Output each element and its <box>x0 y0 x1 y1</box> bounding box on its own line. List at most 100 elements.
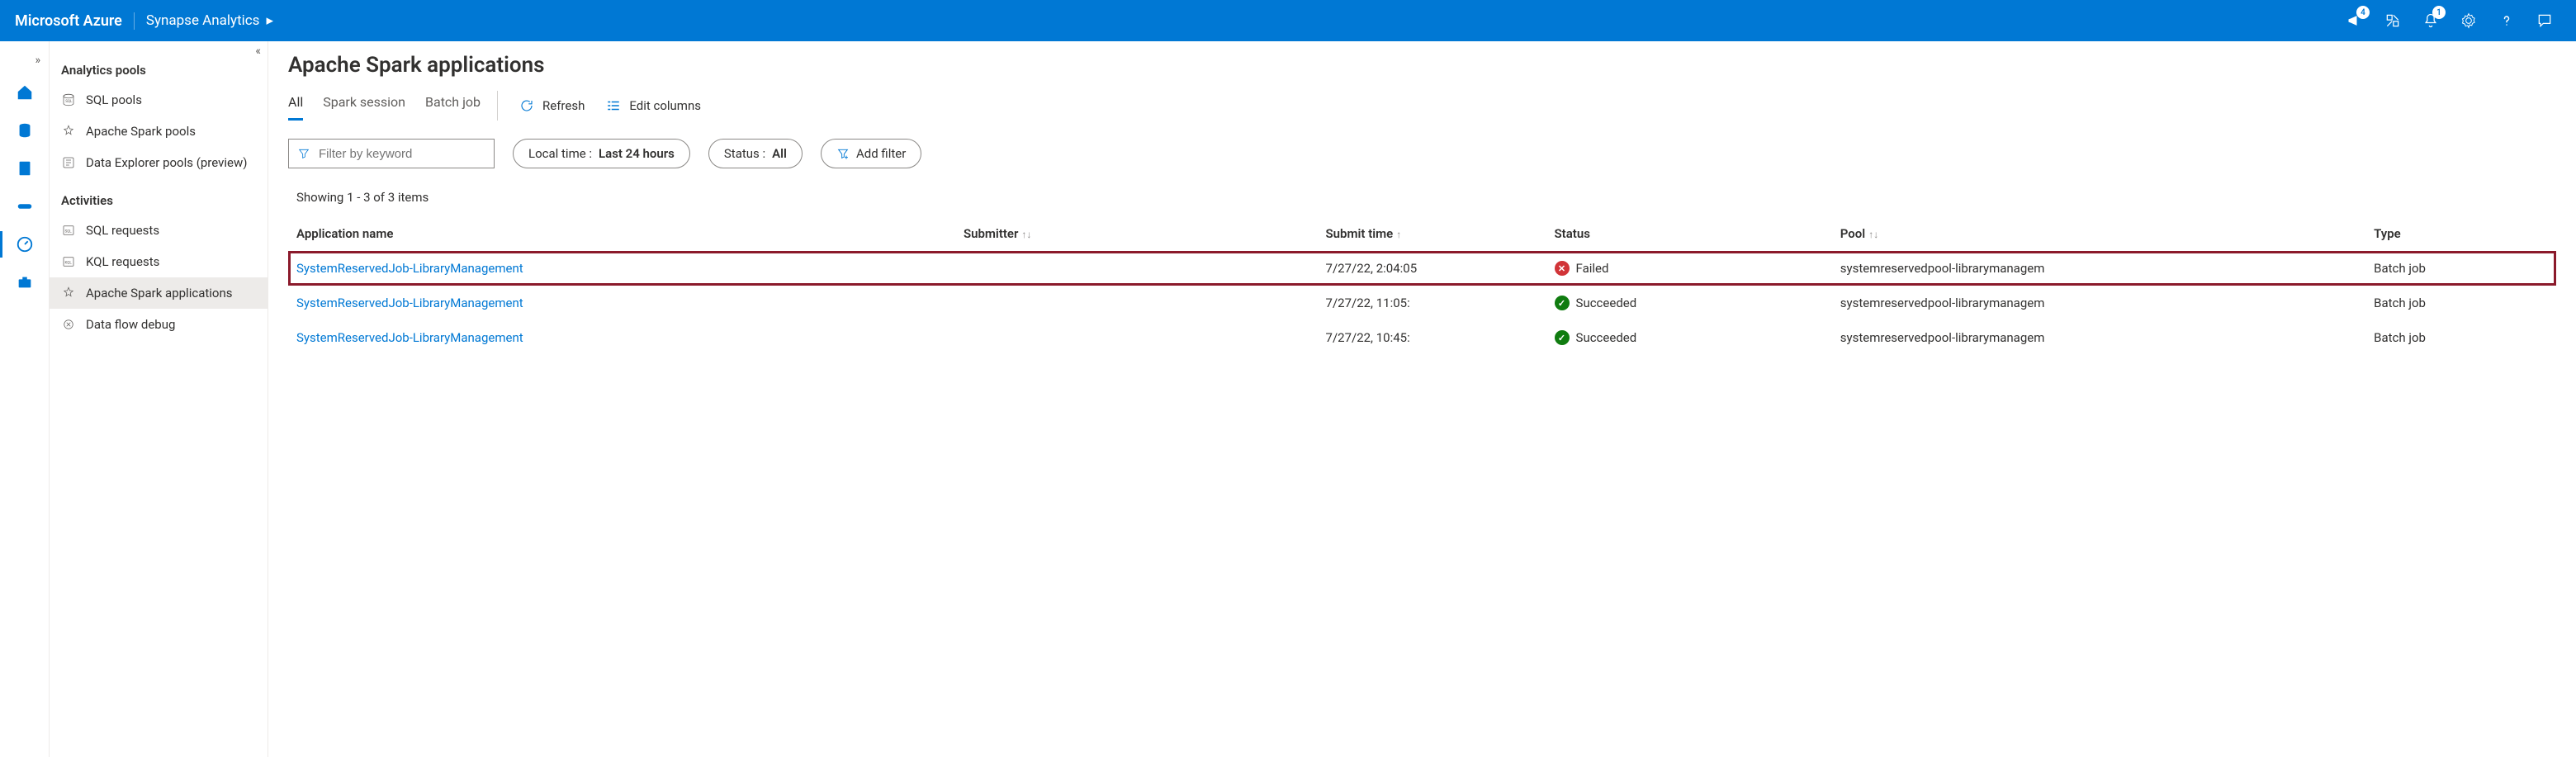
rail-monitor[interactable] <box>7 226 43 263</box>
rail-develop[interactable] <box>7 150 43 187</box>
help-icon <box>2498 12 2515 29</box>
col-type[interactable]: Type <box>2365 216 2556 251</box>
sort-up-icon: ↑ <box>1396 229 1401 240</box>
funnel-plus-icon <box>836 147 850 160</box>
add-filter-pill[interactable]: Add filter <box>821 139 921 168</box>
cell-submit-time: 7/27/22, 11:05: <box>1318 286 1546 320</box>
sidebar-item-label: KQL requests <box>86 254 159 269</box>
chevron-right-icon: ▸ <box>266 12 273 29</box>
svg-text:SQL: SQL <box>65 229 73 234</box>
settings-button[interactable] <box>2452 4 2485 37</box>
side-group-title: Analytics pools <box>50 48 268 84</box>
tab[interactable]: Spark session <box>323 91 405 121</box>
side-panel: « Analytics poolsSQLSQL pools Apache Spar… <box>50 41 268 757</box>
tab[interactable]: All <box>288 91 303 121</box>
col-submitter[interactable]: Submitter↑↓ <box>955 216 1318 251</box>
sidebar-item-icon <box>61 286 76 300</box>
cell-app-name: SystemReservedJob-LibraryManagement <box>288 251 955 286</box>
sidebar-item-label: SQL requests <box>86 223 159 238</box>
table-header-row: Application name Submitter↑↓ Submit time… <box>288 216 2556 251</box>
directory-switch-button[interactable] <box>2376 4 2409 37</box>
cell-status: ✓Succeeded <box>1546 286 1832 320</box>
notebook-icon <box>16 159 34 177</box>
feedback-icon <box>2536 12 2553 29</box>
side-group-title: Activities <box>50 178 268 215</box>
sidebar-item[interactable]: Apache Spark applications <box>50 277 268 309</box>
sidebar-item-label: Data flow debug <box>86 317 175 332</box>
status-filter-value: All <box>772 146 787 161</box>
sort-icon: ↑↓ <box>1021 229 1031 240</box>
col-submit-time[interactable]: Submit time↑ <box>1318 216 1546 251</box>
cell-type: Batch job <box>2365 320 2556 355</box>
notifications-button[interactable]: 1 <box>2414 4 2447 37</box>
refresh-button[interactable]: Refresh <box>519 98 585 113</box>
table-wrap[interactable]: Application name Submitter↑↓ Submit time… <box>288 216 2556 754</box>
filter-keyword-input[interactable] <box>319 147 485 161</box>
columns-icon <box>606 98 621 113</box>
gauge-icon <box>16 235 34 253</box>
sidebar-item[interactable]: Apache Spark pools <box>50 116 268 147</box>
sidepanel-collapse-button[interactable]: « <box>255 45 261 58</box>
cell-type: Batch job <box>2365 251 2556 286</box>
table-row: SystemReservedJob-LibraryManagement 7/27/… <box>288 320 2556 355</box>
tab[interactable]: Batch job <box>425 91 481 121</box>
edit-columns-button[interactable]: Edit columns <box>606 98 701 113</box>
col-app-name[interactable]: Application name <box>288 216 955 251</box>
sidebar-item-icon: SQL <box>61 92 76 107</box>
rail-expand-button[interactable]: » <box>0 48 49 73</box>
sidebar-item-label: Data Explorer pools (preview) <box>86 155 247 170</box>
app-link[interactable]: SystemReservedJob-LibraryManagement <box>296 261 523 276</box>
sidebar-item[interactable]: KQL KQL requests <box>50 246 268 277</box>
sidebar-item[interactable]: SQLSQL pools <box>50 84 268 116</box>
tabs-row: All Spark session Batch job Refresh Edit c… <box>288 91 2556 121</box>
col-pool[interactable]: Pool↑↓ <box>1832 216 2365 251</box>
sidebar-item[interactable]: SQL SQL requests <box>50 215 268 246</box>
breadcrumb-text: Synapse Analytics <box>146 12 260 29</box>
cell-submit-time: 7/27/22, 10:45: <box>1318 320 1546 355</box>
add-filter-label: Add filter <box>856 146 906 161</box>
cell-pool: systemreservedpool-librarymanagem <box>1832 251 2365 286</box>
icon-rail: » <box>0 41 50 757</box>
cell-type: Batch job <box>2365 286 2556 320</box>
cell-pool: systemreservedpool-librarymanagem <box>1832 320 2365 355</box>
success-icon: ✓ <box>1555 330 1570 345</box>
cell-pool: systemreservedpool-librarymanagem <box>1832 286 2365 320</box>
error-icon: ✕ <box>1555 261 1570 276</box>
main-content: Apache Spark applications All Spark sessi… <box>268 41 2576 757</box>
refresh-icon <box>519 98 534 113</box>
rail-manage[interactable] <box>7 264 43 300</box>
topbar: Microsoft Azure Synapse Analytics ▸ 4 1 <box>0 0 2576 41</box>
rail-integrate[interactable] <box>7 188 43 225</box>
showing-count: Showing 1 - 3 of 3 items <box>288 190 2556 205</box>
page-title: Apache Spark applications <box>288 53 2556 78</box>
rail-home[interactable] <box>7 74 43 111</box>
notifications-badge: 1 <box>2432 6 2446 19</box>
filter-input-wrap[interactable] <box>288 139 495 168</box>
announce-button[interactable]: 4 <box>2338 4 2371 37</box>
breadcrumb[interactable]: Synapse Analytics ▸ <box>135 12 273 29</box>
toolbox-icon <box>16 273 34 291</box>
sidebar-item[interactable]: Data flow debug <box>50 309 268 340</box>
time-filter-pill[interactable]: Local time : Last 24 hours <box>513 139 690 168</box>
status-filter-pill[interactable]: Status : All <box>708 139 803 168</box>
filters-row: Local time : Last 24 hours Status : All … <box>288 139 2556 168</box>
svg-text:KQL: KQL <box>65 260 73 265</box>
sidebar-item-icon <box>61 155 76 170</box>
sidebar-item-label: Apache Spark pools <box>86 124 196 139</box>
help-button[interactable] <box>2490 4 2523 37</box>
azure-brand[interactable]: Microsoft Azure <box>15 12 135 30</box>
sidebar-item[interactable]: Data Explorer pools (preview) <box>50 147 268 178</box>
funnel-icon <box>297 147 310 160</box>
col-status[interactable]: Status <box>1546 216 1832 251</box>
rail-data[interactable] <box>7 112 43 149</box>
app-link[interactable]: SystemReservedJob-LibraryManagement <box>296 296 523 310</box>
feedback-button[interactable] <box>2528 4 2561 37</box>
switch-icon <box>2384 12 2401 29</box>
cell-status: ✓Succeeded <box>1546 320 1832 355</box>
time-filter-value: Last 24 hours <box>599 146 675 161</box>
table-row: SystemReservedJob-LibraryManagement7/27/… <box>288 251 2556 286</box>
app-link[interactable]: SystemReservedJob-LibraryManagement <box>296 330 523 345</box>
cell-app-name: SystemReservedJob-LibraryManagement <box>288 286 955 320</box>
sidebar-item-icon <box>61 317 76 332</box>
database-icon <box>16 121 34 140</box>
